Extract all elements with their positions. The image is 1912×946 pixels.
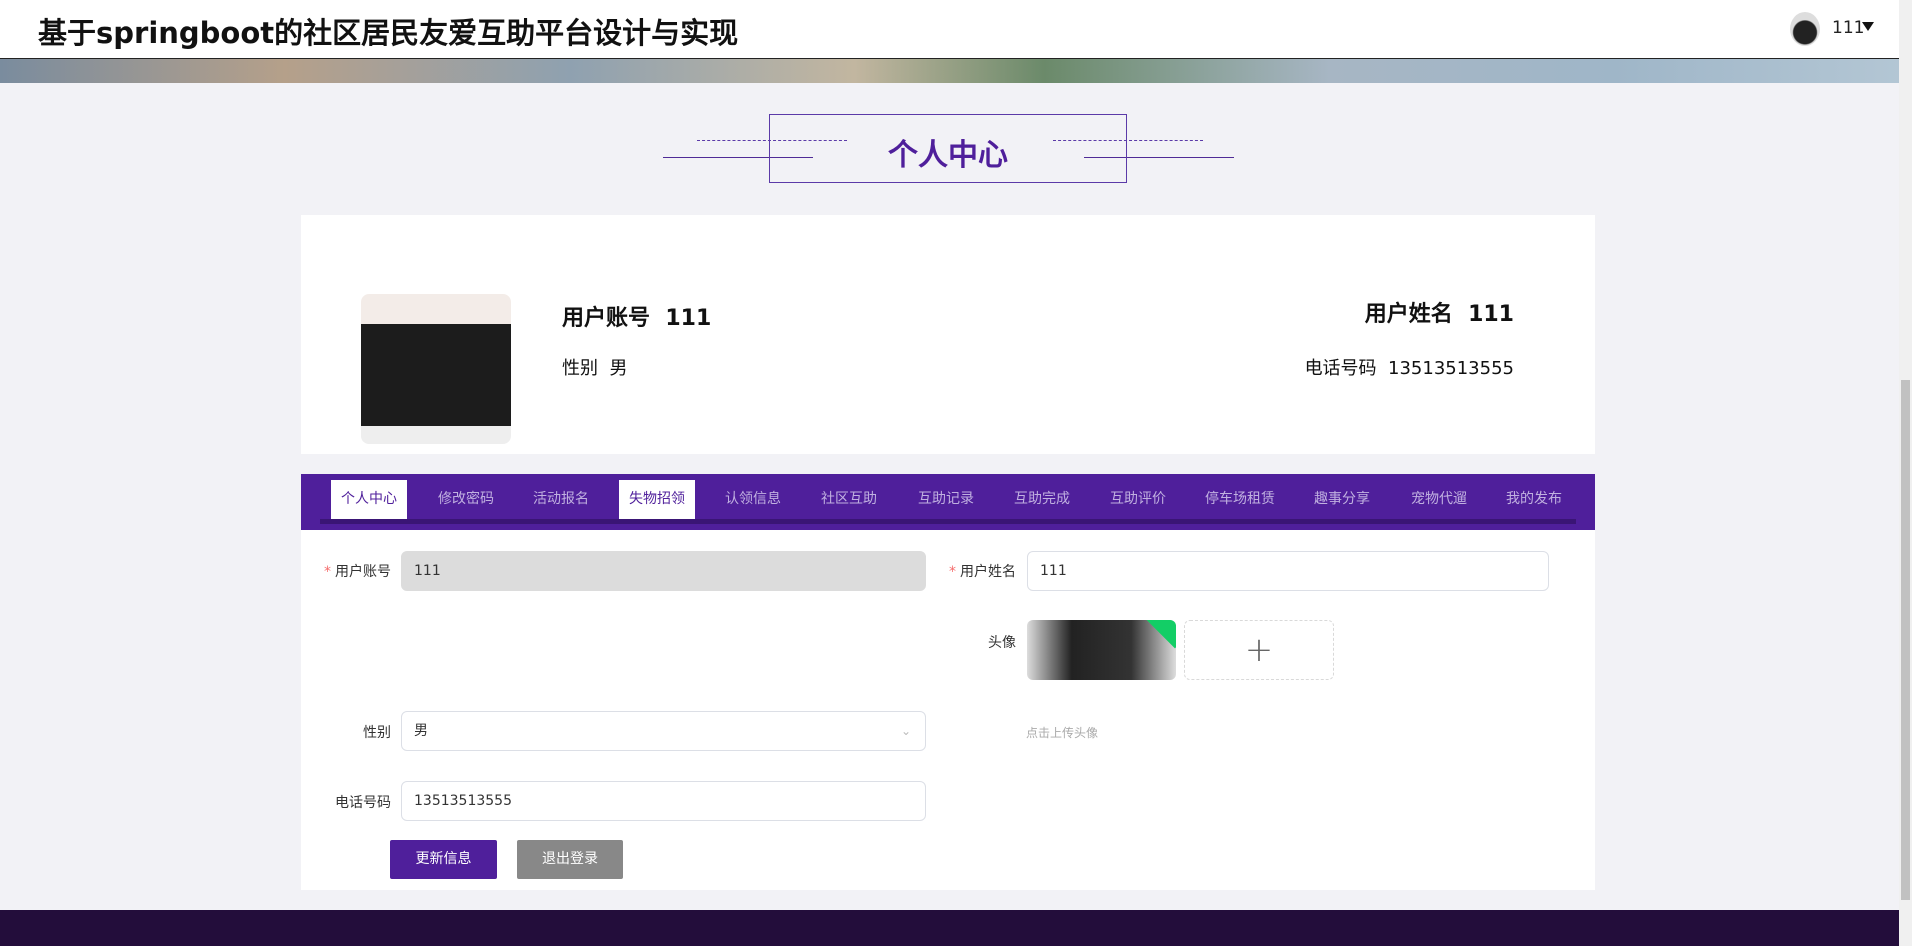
logout-button[interactable]: 退出登录 bbox=[517, 840, 623, 879]
tab-fun-share[interactable]: 趣事分享 bbox=[1304, 480, 1380, 519]
banner-image bbox=[0, 59, 1899, 83]
profile-avatar bbox=[361, 294, 511, 444]
gender-value: 男 bbox=[414, 723, 428, 739]
tab-help-review[interactable]: 互助评价 bbox=[1100, 480, 1176, 519]
tab-scrollbar[interactable] bbox=[320, 519, 1576, 524]
tab-pet-walk[interactable]: 宠物代遛 bbox=[1401, 480, 1477, 519]
page-title: 个人中心 bbox=[888, 138, 1008, 173]
profile-phone: 电话号码 13513513555 bbox=[1304, 358, 1514, 379]
site-title: 基于springboot的社区居民友爱互助平台设计与实现 bbox=[38, 16, 739, 50]
chevron-down-icon: ⌄ bbox=[900, 724, 911, 738]
user-avatar[interactable] bbox=[1790, 12, 1820, 46]
upload-success-check-icon bbox=[1146, 620, 1176, 649]
avatar-thumbnail[interactable] bbox=[1027, 620, 1176, 680]
tab-help-records[interactable]: 互助记录 bbox=[908, 480, 984, 519]
avatar-label: 头像 bbox=[988, 635, 1016, 651]
upload-plus-icon[interactable]: + bbox=[1184, 620, 1334, 680]
tab-my-posts[interactable]: 我的发布 bbox=[1496, 480, 1572, 519]
tab-claim-info[interactable]: 认领信息 bbox=[715, 480, 791, 519]
phone-input[interactable]: 13513513555 bbox=[401, 781, 926, 821]
profile-account: 用户账号 111 bbox=[562, 306, 712, 331]
user-menu-name[interactable]: 111 bbox=[1832, 18, 1864, 38]
phone-label: 电话号码 bbox=[335, 795, 391, 811]
profile-gender: 性别 男 bbox=[562, 358, 628, 379]
caret-down-icon[interactable] bbox=[1862, 22, 1874, 31]
gender-select[interactable]: 男 ⌄ bbox=[401, 711, 926, 751]
update-button[interactable]: 更新信息 bbox=[390, 840, 497, 879]
footer bbox=[0, 910, 1899, 946]
tab-change-password[interactable]: 修改密码 bbox=[428, 480, 504, 519]
tab-help-complete[interactable]: 互助完成 bbox=[1004, 480, 1080, 519]
name-input[interactable]: 111 bbox=[1027, 551, 1549, 591]
tab-parking-rental[interactable]: 停车场租赁 bbox=[1194, 480, 1286, 519]
name-label: * 用户姓名 bbox=[949, 564, 1016, 580]
tab-activity-signup[interactable]: 活动报名 bbox=[523, 480, 599, 519]
tab-personal-center[interactable]: 个人中心 bbox=[331, 480, 407, 519]
avatar-hint: 点击上传头像 bbox=[1026, 726, 1099, 740]
gender-label: 性别 bbox=[363, 725, 391, 741]
profile-name: 用户姓名 111 bbox=[1364, 302, 1514, 327]
tab-community-help[interactable]: 社区互助 bbox=[811, 480, 887, 519]
tab-lost-found[interactable]: 失物招领 bbox=[619, 480, 695, 519]
account-label: * 用户账号 bbox=[324, 564, 391, 580]
scrollbar-thumb[interactable] bbox=[1901, 380, 1910, 900]
account-input[interactable]: 111 bbox=[401, 551, 926, 591]
